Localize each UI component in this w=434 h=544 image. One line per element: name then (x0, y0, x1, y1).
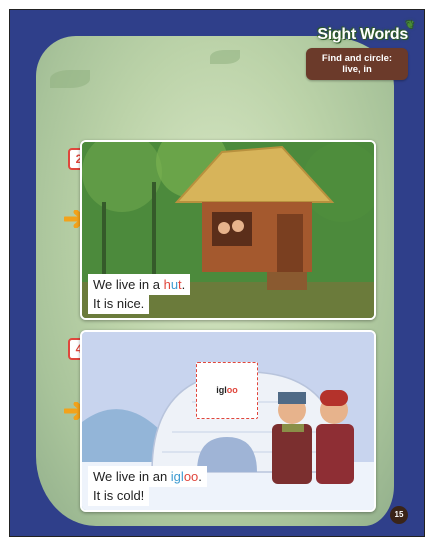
word-igloo-part: igl (170, 469, 184, 484)
caption-text: We live in an (93, 469, 171, 484)
banner-title-text: Sight Words (317, 26, 408, 43)
leaf-decoration (210, 50, 240, 64)
caption-text: . (181, 277, 186, 292)
instruction-box: Find and circle: live, in (306, 48, 408, 80)
word-igloo-part: oo (183, 469, 199, 484)
igloo-caption-line1: We live in an igloo. (88, 466, 207, 487)
label-word-part: oo (226, 385, 238, 395)
hut-illustration: We live in a hut. It is nice. (80, 140, 376, 320)
page-frame: Sight Words ❦ Find and circle: live, in … (9, 9, 425, 537)
caption-text: . (198, 469, 202, 484)
igloo-caption-line2: It is cold! (88, 485, 150, 506)
sight-words-banner: Sight Words ❦ Find and circle: live, in (306, 20, 414, 80)
word-hut-part: u (170, 277, 179, 292)
hut-caption-line1: We live in a hut. (88, 274, 191, 295)
leaf-decoration (50, 70, 90, 88)
label-word-part: igl (216, 385, 227, 395)
caption-text: We live in a (93, 277, 164, 292)
hut-caption-line2: It is nice. (88, 293, 150, 314)
page-number-badge: 15 (390, 506, 408, 524)
banner-title: Sight Words ❦ (306, 20, 414, 44)
igloo-label-card: igloo (196, 362, 258, 419)
word-hut-part: h (163, 277, 171, 292)
igloo-illustration: igloo We live in an igloo. It is cold! (80, 330, 376, 512)
sprig-icon: ❦ (405, 20, 414, 31)
